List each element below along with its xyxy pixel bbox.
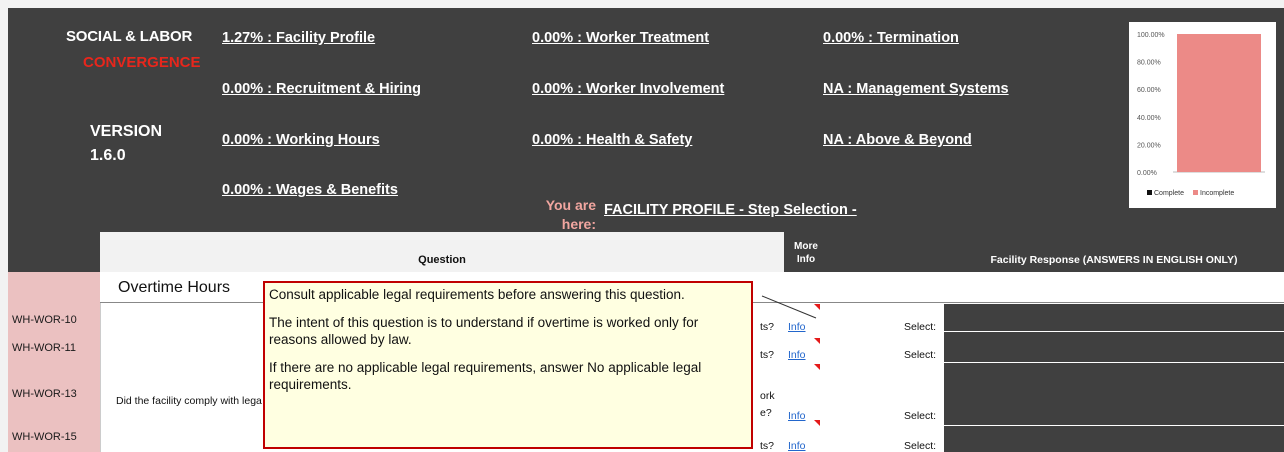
facility-response-column-header: Facility Response (ANSWERS IN ENGLISH ON… [944,232,1284,272]
info-link[interactable]: Info [788,440,806,452]
tooltip-paragraph: If there are no applicable legal require… [269,360,702,392]
chart-legend-swatch [1147,190,1152,195]
response-dropdown[interactable] [944,363,1284,425]
info-link[interactable]: Info [788,349,806,361]
more-info-column-header: More Info [784,232,828,272]
nav-link-termination[interactable]: 0.00% : Termination [823,30,959,46]
section-title: Overtime Hours [118,279,231,296]
chart-tick-label: 20.00% [1137,142,1161,149]
comment-indicator-icon [814,338,820,344]
comment-indicator-icon [814,364,820,370]
brand-title: SOCIAL & LABOR [66,28,193,45]
question-fragment: ts? [760,440,775,452]
brand-subtitle: CONVERGENCE [83,54,201,71]
question-text: Did the facility comply with lega [116,395,262,407]
facility-response-header-label: Facility Response (ANSWERS IN ENGLISH ON… [990,254,1238,266]
question-header-label: Question [418,254,466,266]
select-label: Select: [904,349,937,361]
completion-chart: 100.00% 80.00% 60.00% 40.00% 20.00% 0.00% Comp… [1129,22,1276,208]
tooltip-paragraph: Consult applicable legal requirements be… [269,287,685,302]
tooltip-paragraph: The intent of this question is to unders… [269,315,699,347]
cell-comment-tooltip: Consult applicable legal requirements be… [263,281,753,449]
current-location-link[interactable]: FACILITY PROFILE - Step Selection - [604,202,857,218]
chart-tick-label: 0.00% [1137,170,1157,177]
nav-link-health-safety[interactable]: 0.00% : Health & Safety [532,132,692,148]
select-label: Select: [904,410,937,422]
select-label: Select: [904,321,937,333]
completion-chart-svg: 100.00% 80.00% 60.00% 40.00% 20.00% 0.00% Comp… [1137,32,1265,197]
more-info-header-label: More Info [794,241,818,265]
nav-link-management-systems[interactable]: NA : Management Systems [823,81,1009,97]
nav-link-worker-involvement[interactable]: 0.00% : Worker Involvement [532,81,724,97]
row-id: WH-WOR-15 [12,431,77,443]
nav-link-facility-profile[interactable]: 1.27% : Facility Profile [222,30,375,46]
question-column-header: Question [100,232,784,272]
response-dropdown[interactable] [944,304,1284,331]
nav-link-above-beyond[interactable]: NA : Above & Beyond [823,132,972,148]
row-id-column [8,272,100,452]
chart-tick-label: 100.00% [1137,32,1165,39]
chart-legend-label: Complete [1154,190,1184,197]
comment-indicator-icon [814,420,820,426]
nav-link-worker-treatment[interactable]: 0.00% : Worker Treatment [532,30,709,46]
nav-link-wages-benefits[interactable]: 0.00% : Wages & Benefits [222,182,398,198]
chart-legend-label: Incomplete [1200,190,1234,197]
question-fragment: ts? [760,349,775,361]
row-id: WH-WOR-13 [12,388,77,400]
select-label: Select: [904,440,937,452]
row-id: WH-WOR-10 [12,314,77,326]
info-link[interactable]: Info [788,410,806,422]
chart-legend-swatch [1193,190,1198,195]
version-label: VERSION 1.6.0 [90,123,163,164]
nav-link-working-hours[interactable]: 0.00% : Working Hours [222,132,380,148]
chart-tick-label: 60.00% [1137,87,1161,94]
chart-tick-label: 80.00% [1137,60,1161,67]
you-are-here-label: You are here: [545,197,596,232]
chart-tick-label: 40.00% [1137,115,1161,122]
question-fragment: ork e? [760,390,775,419]
chart-bar-incomplete [1177,34,1261,172]
tooltip-connector-line [761,295,817,319]
response-dropdown[interactable] [944,426,1284,452]
nav-link-recruitment-hiring[interactable]: 0.00% : Recruitment & Hiring [222,81,421,97]
row-id: WH-WOR-11 [12,342,76,354]
response-dropdown[interactable] [944,332,1284,362]
